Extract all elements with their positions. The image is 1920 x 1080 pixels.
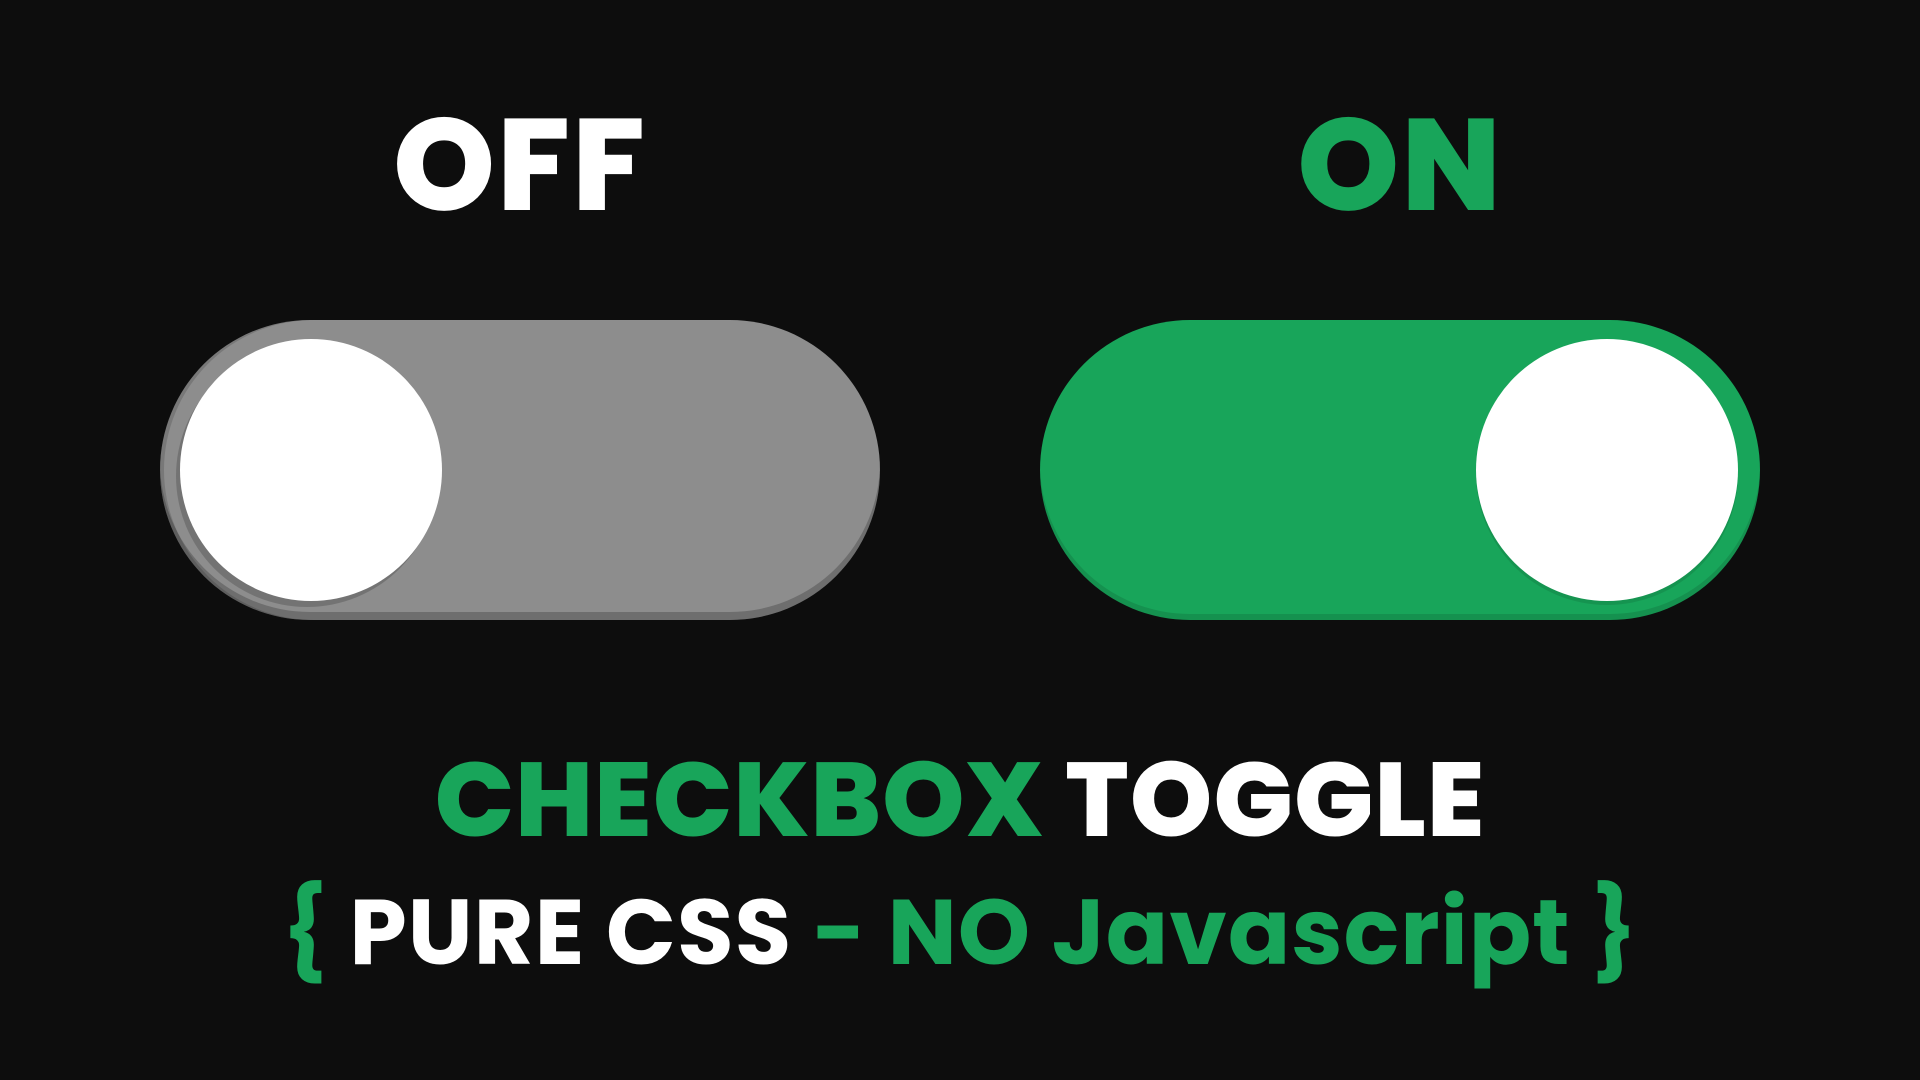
stage: OFF ON CHECKBOX TOGGLE { PURE CSS - NO J… (0, 0, 1920, 1080)
brace-open-icon: { (282, 868, 329, 997)
caption-no-javascript: NO Javascript (888, 868, 1571, 997)
caption-line-2: { PURE CSS - NO Javascript } (282, 875, 1638, 990)
toggle-on-column: ON (1040, 100, 1760, 620)
toggle-on-knob-icon (1476, 339, 1738, 601)
toggle-off-label: OFF (393, 100, 647, 230)
toggle-on-label: ON (1297, 100, 1503, 230)
brace-close-icon: } (1591, 868, 1638, 997)
caption-block: CHECKBOX TOGGLE { PURE CSS - NO Javascri… (282, 734, 1638, 990)
toggle-off-switch[interactable] (160, 320, 880, 620)
toggle-on-switch[interactable] (1040, 320, 1760, 620)
caption-word-checkbox: CHECKBOX (435, 726, 1045, 873)
toggle-off-knob-icon (180, 339, 442, 601)
toggle-off-column: OFF (160, 100, 880, 620)
caption-dash: - (813, 868, 867, 997)
caption-pure-css: PURE CSS (349, 868, 792, 997)
caption-word-toggle: TOGGLE (1065, 726, 1485, 873)
toggles-row: OFF ON (80, 100, 1840, 620)
caption-line-1: CHECKBOX TOGGLE (282, 734, 1638, 865)
